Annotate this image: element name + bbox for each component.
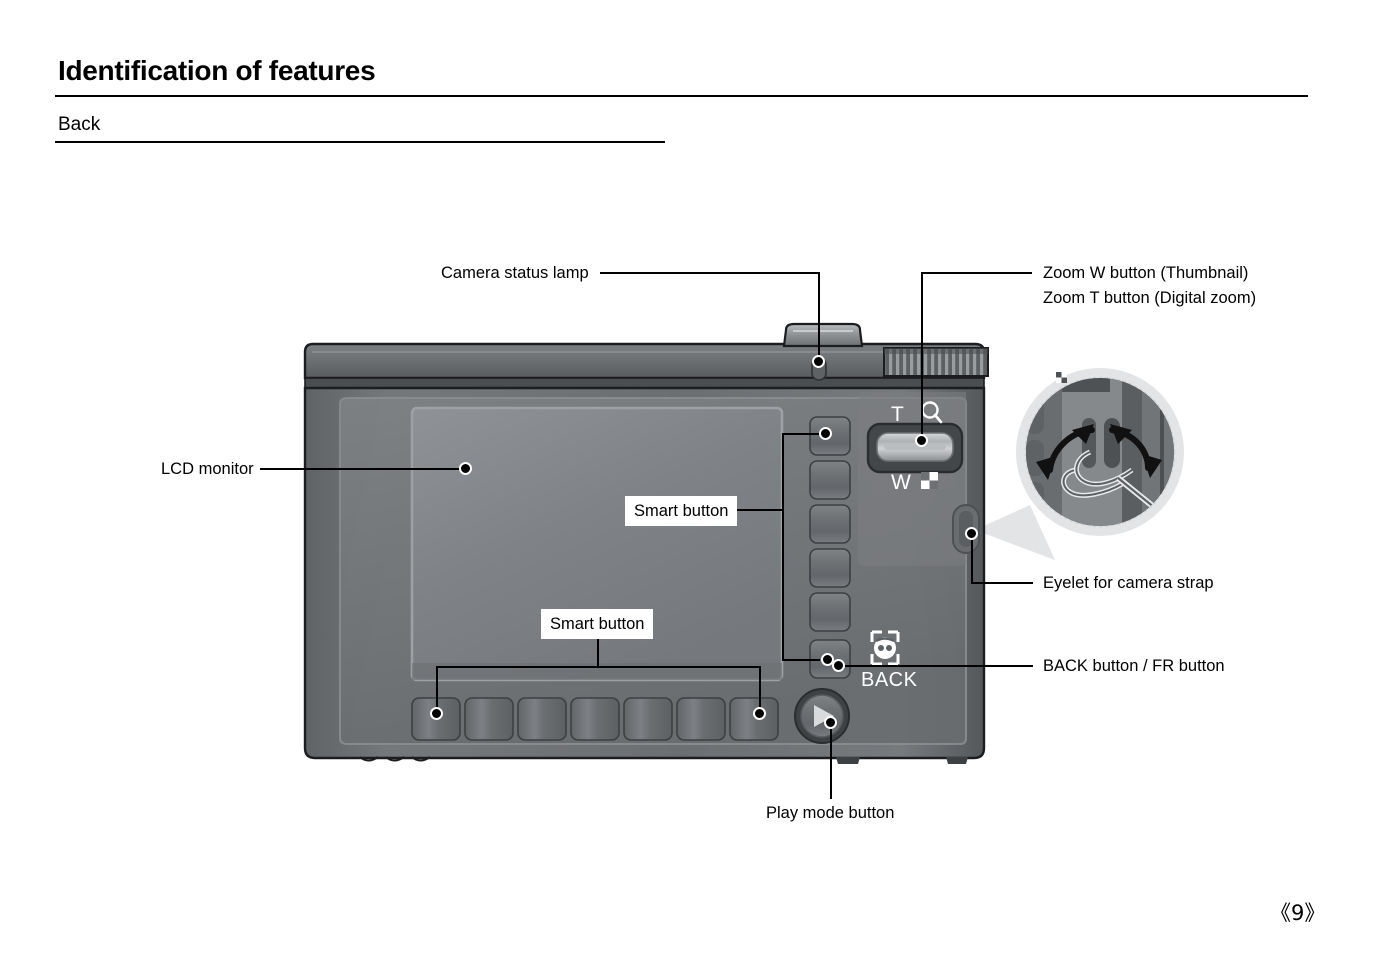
marker-camera-status-lamp [812,355,825,368]
leader-smart-lower-v [597,639,599,667]
leader-smart-upper-v2 [782,509,784,661]
marker-bottom-button-first [430,707,443,720]
leader-lcd-monitor [260,468,468,470]
marker-back-button [832,659,845,672]
shutter-button [782,322,864,348]
zoom-tele-label: T [891,403,904,426]
leader-back-button [838,665,1033,667]
callout-lcd-monitor: LCD monitor [161,460,254,478]
marker-play-mode-button [824,716,837,729]
face-detection-icon [870,630,900,666]
marker-zoom-rocker [915,434,928,447]
leader-play-mode-v [830,723,832,799]
callout-zoom-t-button: Zoom T button (Digital zoom) [1043,289,1257,307]
leader-smart-upper-h3 [782,659,820,661]
callout-back-button: BACK button / FR button [1043,657,1225,675]
leader-zoom-h [922,272,1032,274]
camera-body: T W BACK [303,322,989,764]
leader-zoom-v [921,272,923,440]
marker-smart-button-upper [819,427,832,440]
eyelet-magnifier-inset: W [975,368,1184,560]
zoom-wide-label: W [891,471,911,494]
leader-camera-status-lamp-h [600,272,819,274]
leader-eyelet-v [971,534,973,583]
marker-bottom-button-last [753,707,766,720]
back-label: BACK [861,669,918,691]
callout-smart-button-upper: Smart button [625,496,738,526]
leader-smart-upper-v [782,434,784,510]
leader-smart-upper-h [735,509,784,511]
mode-dial-knurled [883,347,989,377]
magnifier-icon [921,401,943,424]
page-number: 《9》 [1270,901,1326,925]
marker-lcd-monitor [459,462,472,475]
thumbnail-grid-icon [921,472,938,489]
marker-eyelet [965,527,978,540]
page-title: Identification of features [58,55,376,86]
bottom-button-row [411,697,779,741]
leader-smart-lower-h [436,666,761,668]
smart-button-column [809,416,851,679]
zoom-rocker [866,422,964,474]
callout-camera-status-lamp: Camera status lamp [441,264,589,282]
play-mode-button [794,688,850,744]
inset-wide-label: W [1042,372,1054,386]
section-title: Back [58,114,101,135]
title-divider [55,95,1308,97]
leader-smart-lower-v-right [759,666,761,712]
callout-zoom-w-button: Zoom W button (Thumbnail) [1043,264,1249,282]
callout-eyelet: Eyelet for camera strap [1043,574,1214,592]
callout-play-mode-button: Play mode button [766,804,895,822]
callout-smart-button-lower: Smart button [541,609,654,639]
section-divider [55,141,665,143]
leader-smart-lower-v-left [436,666,438,712]
leader-camera-status-lamp-v [818,272,820,362]
inset-thumbnail-grid-icon [1056,372,1067,383]
leader-eyelet-h [971,582,1033,584]
